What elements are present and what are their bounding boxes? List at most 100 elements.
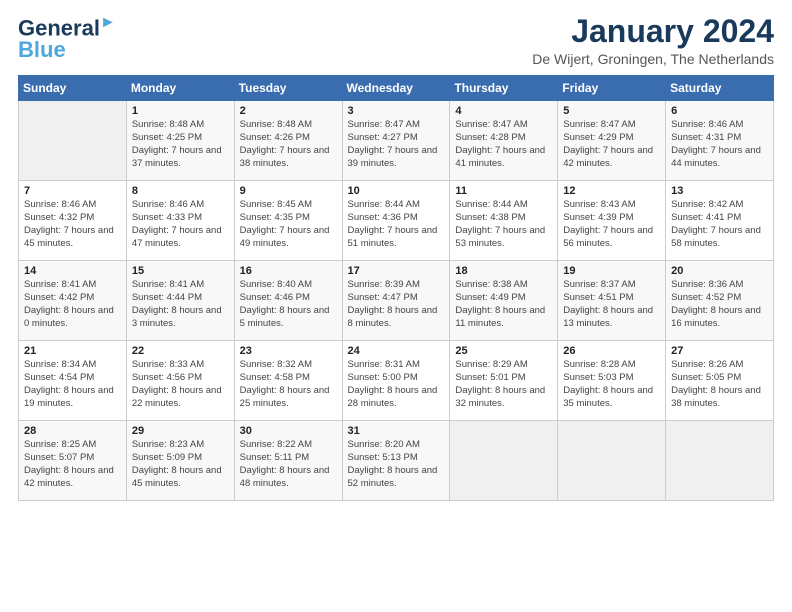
day-detail: Sunrise: 8:48 AMSunset: 4:26 PMDaylight:…	[240, 119, 337, 170]
day-number: 29	[132, 425, 229, 437]
calendar-day-cell	[558, 421, 666, 501]
calendar-table: SundayMondayTuesdayWednesdayThursdayFrid…	[18, 75, 774, 501]
day-detail: Sunrise: 8:31 AMSunset: 5:00 PMDaylight:…	[348, 359, 445, 410]
day-number: 25	[455, 345, 552, 357]
calendar-day-cell	[666, 421, 774, 501]
day-number: 27	[671, 345, 768, 357]
calendar-day-cell: 13 Sunrise: 8:42 AMSunset: 4:41 PMDayligh…	[666, 181, 774, 261]
calendar-day-cell: 9 Sunrise: 8:45 AMSunset: 4:35 PMDaylight…	[234, 181, 342, 261]
day-detail: Sunrise: 8:47 AMSunset: 4:27 PMDaylight:…	[348, 119, 445, 170]
calendar-day-cell	[450, 421, 558, 501]
day-number: 10	[348, 185, 445, 197]
day-number: 2	[240, 105, 337, 117]
day-number: 13	[671, 185, 768, 197]
day-number: 7	[24, 185, 121, 197]
weekday-header: Wednesday	[342, 76, 450, 101]
day-detail: Sunrise: 8:20 AMSunset: 5:13 PMDaylight:…	[348, 439, 445, 490]
calendar-day-cell: 29 Sunrise: 8:23 AMSunset: 5:09 PMDayligh…	[126, 421, 234, 501]
day-number: 26	[563, 345, 660, 357]
day-detail: Sunrise: 8:33 AMSunset: 4:56 PMDaylight:…	[132, 359, 229, 410]
day-number: 20	[671, 265, 768, 277]
calendar-day-cell: 1 Sunrise: 8:48 AMSunset: 4:25 PMDaylight…	[126, 101, 234, 181]
day-detail: Sunrise: 8:34 AMSunset: 4:54 PMDaylight:…	[24, 359, 121, 410]
calendar-day-cell: 7Sunrise: 8:46 AMSunset: 4:32 PMDaylight…	[19, 181, 127, 261]
day-number: 11	[455, 185, 552, 197]
calendar-day-cell: 24Sunrise: 8:31 AMSunset: 5:00 PMDayligh…	[342, 341, 450, 421]
day-number: 9	[240, 185, 337, 197]
weekday-header: Tuesday	[234, 76, 342, 101]
day-detail: Sunrise: 8:41 AMSunset: 4:44 PMDaylight:…	[132, 279, 229, 330]
title-section: January 2024 De Wijert, Groningen, The N…	[532, 14, 774, 67]
weekday-header: Thursday	[450, 76, 558, 101]
calendar-week-row: 28 Sunrise: 8:25 AMSunset: 5:07 PMDayligh…	[19, 421, 774, 501]
calendar-day-cell: 16 Sunrise: 8:40 AMSunset: 4:46 PMDayligh…	[234, 261, 342, 341]
day-number: 5	[563, 105, 660, 117]
weekday-header: Monday	[126, 76, 234, 101]
day-detail: Sunrise: 8:40 AMSunset: 4:46 PMDaylight:…	[240, 279, 337, 330]
calendar-week-row: 14 Sunrise: 8:41 AMSunset: 4:42 PMDayligh…	[19, 261, 774, 341]
day-detail: Sunrise: 8:44 AMSunset: 4:38 PMDaylight:…	[455, 199, 552, 250]
weekday-header: Sunday	[19, 76, 127, 101]
day-detail: Sunrise: 8:38 AMSunset: 4:49 PMDaylight:…	[455, 279, 552, 330]
calendar-day-cell: 22 Sunrise: 8:33 AMSunset: 4:56 PMDayligh…	[126, 341, 234, 421]
day-number: 16	[240, 265, 337, 277]
day-detail: Sunrise: 8:32 AMSunset: 4:58 PMDaylight:…	[240, 359, 337, 410]
day-number: 28	[24, 425, 121, 437]
logo: General► Blue	[18, 14, 116, 61]
day-detail: Sunrise: 8:47 AMSunset: 4:29 PMDaylight:…	[563, 119, 660, 170]
calendar-day-cell: 5 Sunrise: 8:47 AMSunset: 4:29 PMDaylight…	[558, 101, 666, 181]
day-detail: Sunrise: 8:36 AMSunset: 4:52 PMDaylight:…	[671, 279, 768, 330]
calendar-day-cell: 8Sunrise: 8:46 AMSunset: 4:33 PMDaylight…	[126, 181, 234, 261]
calendar-week-row: 7Sunrise: 8:46 AMSunset: 4:32 PMDaylight…	[19, 181, 774, 261]
day-detail: Sunrise: 8:45 AMSunset: 4:35 PMDaylight:…	[240, 199, 337, 250]
calendar-day-cell: 4Sunrise: 8:47 AMSunset: 4:28 PMDaylight…	[450, 101, 558, 181]
day-number: 15	[132, 265, 229, 277]
logo-blue: Blue	[18, 39, 66, 61]
day-number: 19	[563, 265, 660, 277]
day-detail: Sunrise: 8:41 AMSunset: 4:42 PMDaylight:…	[24, 279, 121, 330]
calendar-week-row: 1 Sunrise: 8:48 AMSunset: 4:25 PMDaylight…	[19, 101, 774, 181]
day-number: 21	[24, 345, 121, 357]
calendar-day-cell: 11 Sunrise: 8:44 AMSunset: 4:38 PMDayligh…	[450, 181, 558, 261]
calendar-day-cell: 23 Sunrise: 8:32 AMSunset: 4:58 PMDayligh…	[234, 341, 342, 421]
day-number: 18	[455, 265, 552, 277]
calendar-day-cell: 21 Sunrise: 8:34 AMSunset: 4:54 PMDayligh…	[19, 341, 127, 421]
weekday-header: Friday	[558, 76, 666, 101]
day-detail: Sunrise: 8:37 AMSunset: 4:51 PMDaylight:…	[563, 279, 660, 330]
day-number: 3	[348, 105, 445, 117]
day-number: 17	[348, 265, 445, 277]
day-detail: Sunrise: 8:46 AMSunset: 4:31 PMDaylight:…	[671, 119, 768, 170]
calendar-day-cell: 12Sunrise: 8:43 AMSunset: 4:39 PMDayligh…	[558, 181, 666, 261]
calendar-day-cell: 10 Sunrise: 8:44 AMSunset: 4:36 PMDayligh…	[342, 181, 450, 261]
day-detail: Sunrise: 8:47 AMSunset: 4:28 PMDaylight:…	[455, 119, 552, 170]
day-detail: Sunrise: 8:39 AMSunset: 4:47 PMDaylight:…	[348, 279, 445, 330]
calendar-day-cell: 19 Sunrise: 8:37 AMSunset: 4:51 PMDayligh…	[558, 261, 666, 341]
calendar-week-row: 21 Sunrise: 8:34 AMSunset: 4:54 PMDayligh…	[19, 341, 774, 421]
calendar-day-cell: 30 Sunrise: 8:22 AMSunset: 5:11 PMDayligh…	[234, 421, 342, 501]
calendar-day-cell: 27Sunrise: 8:26 AMSunset: 5:05 PMDayligh…	[666, 341, 774, 421]
day-number: 14	[24, 265, 121, 277]
day-number: 23	[240, 345, 337, 357]
day-detail: Sunrise: 8:22 AMSunset: 5:11 PMDaylight:…	[240, 439, 337, 490]
day-detail: Sunrise: 8:23 AMSunset: 5:09 PMDaylight:…	[132, 439, 229, 490]
weekday-header: Saturday	[666, 76, 774, 101]
calendar-header-row: SundayMondayTuesdayWednesdayThursdayFrid…	[19, 76, 774, 101]
page-header: General► Blue January 2024 De Wijert, Gr…	[18, 14, 774, 67]
day-number: 30	[240, 425, 337, 437]
day-detail: Sunrise: 8:48 AMSunset: 4:25 PMDaylight:…	[132, 119, 229, 170]
calendar-day-cell: 31 Sunrise: 8:20 AMSunset: 5:13 PMDayligh…	[342, 421, 450, 501]
calendar-day-cell	[19, 101, 127, 181]
day-number: 1	[132, 105, 229, 117]
day-number: 22	[132, 345, 229, 357]
day-detail: Sunrise: 8:43 AMSunset: 4:39 PMDaylight:…	[563, 199, 660, 250]
calendar-day-cell: 3 Sunrise: 8:47 AMSunset: 4:27 PMDaylight…	[342, 101, 450, 181]
calendar-day-cell: 2 Sunrise: 8:48 AMSunset: 4:26 PMDaylight…	[234, 101, 342, 181]
day-detail: Sunrise: 8:25 AMSunset: 5:07 PMDaylight:…	[24, 439, 121, 490]
calendar-day-cell: 26Sunrise: 8:28 AMSunset: 5:03 PMDayligh…	[558, 341, 666, 421]
calendar-day-cell: 18 Sunrise: 8:38 AMSunset: 4:49 PMDayligh…	[450, 261, 558, 341]
calendar-day-cell: 25Sunrise: 8:29 AMSunset: 5:01 PMDayligh…	[450, 341, 558, 421]
day-detail: Sunrise: 8:42 AMSunset: 4:41 PMDaylight:…	[671, 199, 768, 250]
day-detail: Sunrise: 8:44 AMSunset: 4:36 PMDaylight:…	[348, 199, 445, 250]
day-number: 31	[348, 425, 445, 437]
day-detail: Sunrise: 8:46 AMSunset: 4:33 PMDaylight:…	[132, 199, 229, 250]
